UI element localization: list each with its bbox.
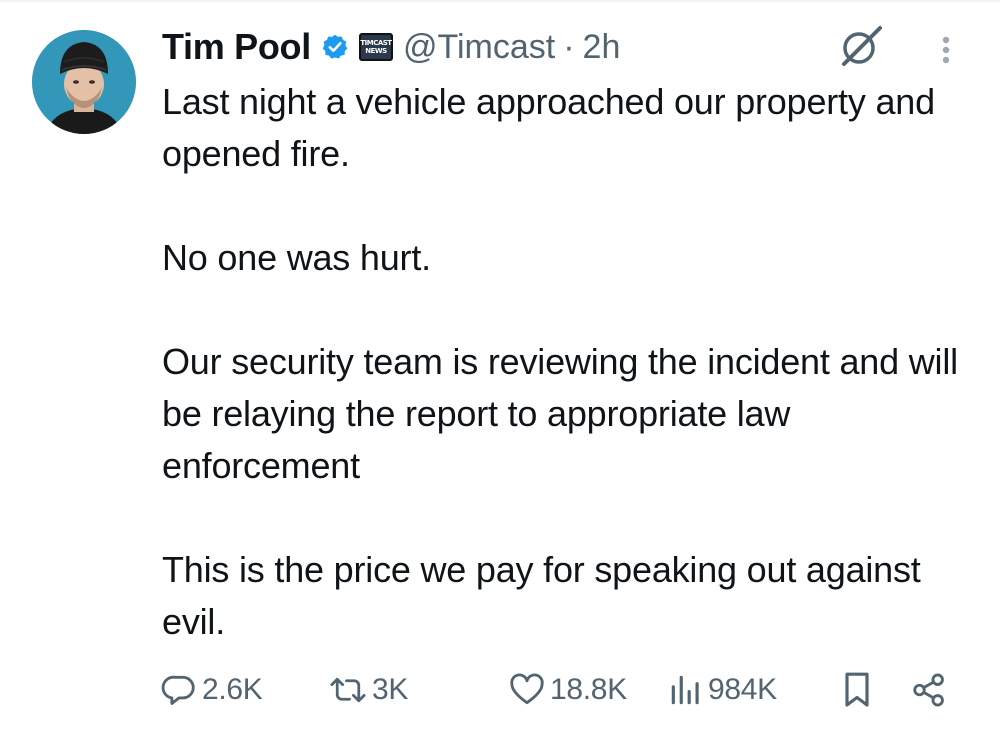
affiliate-badge-line1: TIMCAST bbox=[360, 39, 392, 47]
repost-button[interactable]: 3K bbox=[328, 666, 408, 714]
reply-button[interactable]: 2.6K bbox=[160, 666, 263, 714]
share-icon bbox=[910, 670, 948, 710]
bookmark-button[interactable] bbox=[840, 666, 874, 714]
affiliate-badge[interactable]: TIMCAST NEWS bbox=[358, 33, 393, 61]
share-button[interactable] bbox=[910, 666, 948, 714]
repost-count: 3K bbox=[372, 673, 409, 706]
reply-count: 2.6K bbox=[202, 673, 263, 706]
author-handle[interactable]: @Timcast bbox=[403, 28, 555, 67]
more-vertical-icon[interactable] bbox=[934, 28, 958, 72]
heart-icon bbox=[508, 671, 546, 709]
separator-dot: · bbox=[563, 27, 575, 66]
like-count: 18.8K bbox=[550, 673, 627, 706]
top-divider bbox=[0, 0, 1000, 2]
affiliate-badge-line2: NEWS bbox=[365, 47, 387, 55]
like-button[interactable]: 18.8K bbox=[508, 666, 627, 714]
verified-badge-icon bbox=[321, 33, 349, 61]
views-button[interactable]: 984K bbox=[668, 666, 777, 714]
views-chart-icon bbox=[668, 671, 704, 709]
tweet-actions: 2.6K 3K 18.8K 984K bbox=[160, 666, 960, 714]
avatar[interactable] bbox=[32, 30, 136, 134]
tweet-text: Last night a vehicle approached our prop… bbox=[162, 81, 958, 642]
author-name[interactable]: Tim Pool bbox=[162, 26, 311, 68]
tweet-header: Tim Pool TIMCAST NEWS @Timcast · 2h bbox=[162, 22, 620, 72]
grok-icon[interactable] bbox=[838, 24, 884, 68]
bookmark-icon bbox=[840, 670, 874, 710]
repost-icon bbox=[328, 671, 368, 709]
tweet-timestamp[interactable]: 2h bbox=[583, 28, 621, 67]
views-count: 984K bbox=[708, 673, 777, 706]
reply-icon bbox=[160, 671, 198, 709]
